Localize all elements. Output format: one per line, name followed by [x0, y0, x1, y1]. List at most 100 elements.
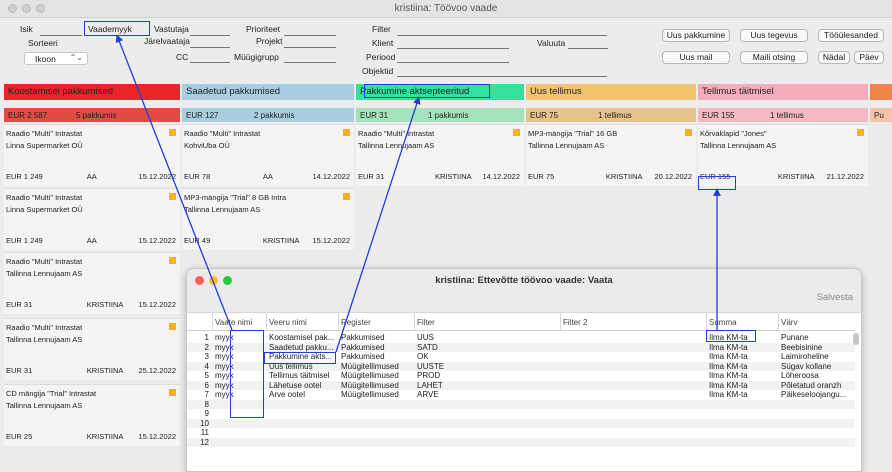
isik-label: Isik [20, 24, 33, 34]
isik-field[interactable] [40, 24, 82, 36]
card-title: CD mängija "Trial" Intrastat [6, 389, 97, 398]
table-cell: Pakkumised [341, 352, 385, 361]
card-amount: EUR 75 [528, 172, 555, 181]
table-cell: Tellimus täitmisel [269, 371, 330, 380]
table-row[interactable]: 5 myyk Tellimus täitmisel Müügitellimused PR… [187, 371, 855, 381]
nadal-button[interactable]: Nädal [818, 51, 850, 64]
stage-count: 1 tellimus [598, 111, 632, 120]
column-header[interactable]: Vaate nimi [215, 318, 252, 327]
stage-label: Tellimus täitmisel [702, 86, 774, 97]
uus-tegevus-button[interactable]: Uus tegevus [740, 29, 808, 42]
projekt-field[interactable] [284, 36, 336, 48]
column-header[interactable]: Filter 2 [563, 318, 587, 327]
stage-summary: EUR 127 2 pakkumis [182, 108, 354, 122]
card-flag-icon [343, 193, 350, 200]
column-header[interactable]: Veeru nimi [269, 318, 307, 327]
workflow-card[interactable]: MP3-mängija "Trial" 16 GB Tallinna Lennuj… [526, 124, 696, 186]
table-row[interactable]: 11 [187, 428, 855, 438]
workflow-card[interactable]: CD mängija "Trial" Intrastat Tallinna Len… [4, 384, 180, 446]
table-row[interactable]: 10 [187, 418, 855, 428]
card-person: AA [262, 172, 273, 181]
table-row[interactable]: 7 myyk Arve ootel Müügitellimused ARVE Ilma K… [187, 390, 855, 400]
workflow-card[interactable]: Raadio "Multi" Intrastat Linna Supermarke… [4, 124, 180, 186]
accepted-stage-highlight [364, 84, 490, 98]
filter-field[interactable] [397, 24, 607, 36]
stage-header[interactable]: Tellimus täitmisel [698, 84, 868, 100]
table-row[interactable]: 6 myyk Lähetuse ootel Müügitellimused LAHET I… [187, 380, 855, 390]
table-cell: 5 [204, 371, 209, 380]
sort-select[interactable]: Ikoon ⌃⌄ [24, 52, 88, 65]
objektid-label: Objektid [362, 66, 394, 76]
stage-count: 5 pakkumis [76, 111, 117, 120]
projekt-label: Projekt [256, 36, 283, 46]
table-cell: Sügav kollane [781, 361, 832, 371]
stage-total: EUR 31 [360, 111, 389, 120]
card-customer: Tallinna Lennujaam AS [184, 205, 261, 214]
card-flag-icon [513, 129, 520, 136]
workflow-card[interactable]: Raadio "Multi" Intrastat Linna Supermarke… [4, 188, 180, 250]
column-header[interactable]: Filter [417, 318, 435, 327]
column-header[interactable]: Värv [781, 318, 797, 327]
stage-header[interactable]: Koostamisel pakkumised [4, 84, 180, 100]
card-date: 15.12.2022 [138, 172, 176, 181]
cc-field[interactable] [190, 51, 230, 63]
tooulesanded-button[interactable]: Tööülesanded [818, 29, 884, 42]
table-cell: 6 [204, 380, 209, 390]
vastutaja-label: Vastutaja [154, 24, 189, 34]
workflow-card[interactable]: Raadio "Multi" Intrastat Tallinna Lennuja… [4, 318, 180, 380]
card-person: KRISTIINA [86, 366, 124, 375]
periood-label: Periood [366, 52, 396, 62]
summa-highlight [706, 330, 756, 342]
save-button[interactable]: Salvesta [817, 292, 853, 303]
workflow-card[interactable]: Raadio "Multi" Intrastat Tallinna Lennuja… [356, 124, 524, 186]
stage-summary: EUR 155 1 tellimus [698, 108, 868, 122]
table-cell: ARVE [417, 390, 439, 399]
column-divider [778, 313, 779, 331]
stage-total: EUR 155 [702, 111, 735, 120]
stage-header[interactable]: Saadetud pakkumised [182, 84, 354, 100]
klient-field[interactable] [397, 37, 509, 49]
stage-header[interactable] [870, 84, 892, 100]
valuuta-field[interactable] [568, 37, 608, 49]
muugigrupp-field[interactable] [284, 51, 336, 63]
column-divider [338, 313, 339, 331]
stage-count: 1 tellimus [770, 111, 804, 120]
jarelvaataja-field[interactable] [190, 36, 230, 48]
card-person: KRISTIINA [86, 432, 124, 441]
table-cell: 7 [204, 390, 209, 399]
table-row[interactable]: 9 [187, 409, 855, 419]
workflow-card[interactable]: Raadio "Multi" Intrastat Tallinna Lennuja… [4, 252, 180, 314]
paev-button[interactable]: Päev [854, 51, 884, 64]
table-row[interactable]: 2 myyk Saadetud pakku... Pakkumised SATD Ilma… [187, 342, 855, 352]
column-divider [414, 313, 415, 331]
card-customer: Tallinna Lennujaam AS [6, 401, 83, 410]
periood-field[interactable] [397, 51, 509, 63]
card-customer: Tallinna Lennujaam AS [6, 335, 83, 344]
vastutaja-field[interactable] [190, 24, 230, 36]
uus-mail-button[interactable]: Uus mail [662, 51, 730, 64]
card-title: MP3-mängija "Trial" 16 GB [528, 129, 618, 138]
workflow-card[interactable]: Raadio "Multi" Intrastat KohviUba OÜ EUR 7… [182, 124, 354, 186]
stage-summary: EUR 31 1 pakkumis [356, 108, 524, 122]
table-cell: PROD [417, 371, 441, 380]
card-title: Raadio "Multi" Intrastat [6, 323, 83, 332]
jarelvaataja-label: Järelvaataja [144, 36, 190, 46]
table-cell: Arve ootel [269, 390, 306, 399]
objektid-field[interactable] [397, 65, 607, 77]
maili-otsing-button[interactable]: Maili otsing [740, 51, 808, 64]
card-amount: EUR 78 [184, 172, 211, 181]
column-header[interactable]: Summa [709, 318, 737, 327]
card-date: 25.12.2022 [138, 366, 176, 375]
column-header[interactable]: Register [341, 318, 371, 327]
table-row[interactable]: 8 [187, 399, 855, 409]
uus-pakkumine-button[interactable]: Uus pakkumine [662, 29, 730, 42]
prioriteet-field[interactable] [284, 24, 336, 36]
card-person: KRISTIINA [777, 172, 815, 181]
table-scrollbar[interactable] [853, 333, 859, 345]
card-flag-icon [169, 129, 176, 136]
workflow-card[interactable]: MP3-mängija "Trial" 8 GB Intra Tallinna L… [182, 188, 354, 250]
card-flag-icon [343, 129, 350, 136]
table-row[interactable]: 12 [187, 437, 855, 447]
stage-header[interactable]: Uus tellimus [526, 84, 696, 100]
stage-summary: EUR 75 1 tellimus [526, 108, 696, 122]
